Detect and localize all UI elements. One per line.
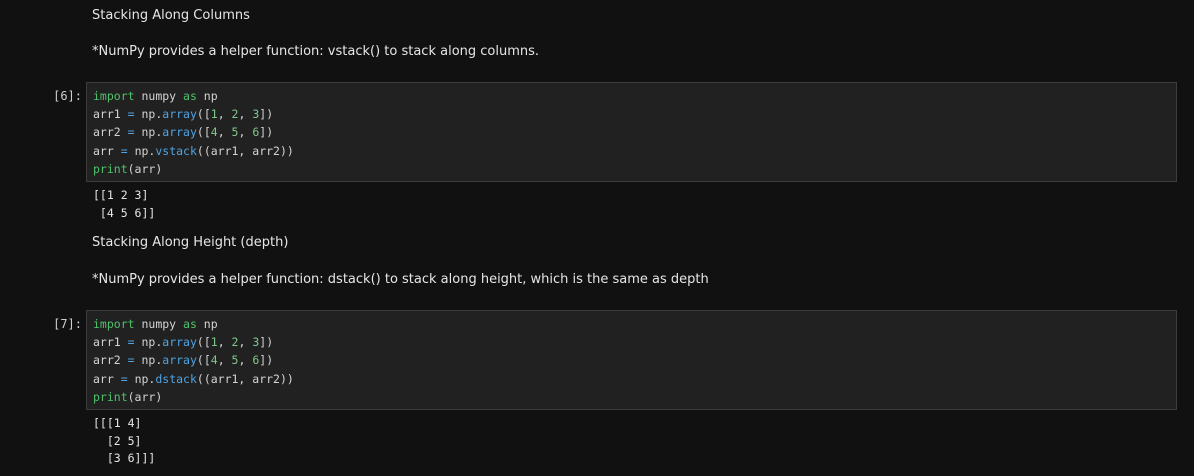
code-token: ]) bbox=[259, 353, 274, 368]
code-token: arr2 bbox=[93, 353, 128, 368]
code-token: arr1 bbox=[93, 107, 128, 122]
code-token: , bbox=[217, 353, 232, 368]
code-token-kw: import bbox=[93, 89, 135, 103]
code-token-fn: array bbox=[162, 335, 197, 350]
code-token: ]) bbox=[259, 335, 274, 350]
code-token: numpy bbox=[134, 89, 184, 103]
code-token: ([ bbox=[196, 335, 211, 350]
code-line: arr2 = np.array([4, 5, 6]) bbox=[93, 351, 1170, 369]
code-token: arr bbox=[93, 371, 121, 386]
code-token: arr bbox=[93, 143, 121, 158]
code-lines: import numpy as np arr1 = np.array([1, 2,… bbox=[93, 315, 1170, 406]
markdown-heading: Stacking Along Height (depth) bbox=[92, 235, 289, 250]
code-token: np bbox=[196, 89, 218, 103]
code-line: arr = np.vstack((arr1, arr2)) bbox=[93, 142, 1170, 160]
code-token: ]) bbox=[259, 125, 274, 140]
code-line: import numpy as np bbox=[93, 315, 1170, 333]
code-token-kw: import bbox=[93, 317, 135, 331]
code-token: np. bbox=[134, 353, 163, 368]
code-editor[interactable]: import numpy as np arr1 = np.array([1, 2,… bbox=[86, 82, 1177, 182]
code-token: np. bbox=[127, 371, 156, 386]
code-token: numpy bbox=[134, 317, 184, 331]
code-token-pr: print bbox=[93, 161, 128, 176]
code-token: ((arr1, arr2)) bbox=[196, 371, 294, 386]
code-token: np bbox=[196, 317, 218, 331]
code-token-num: 4 bbox=[210, 353, 218, 368]
code-token-fn: array bbox=[162, 353, 197, 368]
code-line: import numpy as np bbox=[93, 87, 1170, 105]
code-token-kw: as bbox=[183, 317, 197, 331]
markdown-text: *NumPy provides a helper function: vstac… bbox=[92, 44, 540, 59]
code-token: ((arr1, arr2)) bbox=[196, 143, 294, 158]
code-token: arr1 bbox=[93, 335, 128, 350]
code-token-fn: = bbox=[120, 143, 128, 158]
markdown-heading: Stacking Along Columns bbox=[92, 8, 250, 23]
code-token: , bbox=[238, 353, 253, 368]
code-token-kw: as bbox=[183, 89, 197, 103]
code-token-fn: = bbox=[120, 371, 128, 386]
execution-prompt: [6]: bbox=[53, 89, 82, 103]
code-token-num: 1 bbox=[210, 107, 218, 122]
code-token: , bbox=[238, 107, 253, 122]
code-token-fn: = bbox=[127, 353, 135, 368]
code-line: print(arr) bbox=[93, 160, 1170, 178]
code-line: print(arr) bbox=[93, 388, 1170, 406]
code-line: arr1 = np.array([1, 2, 3]) bbox=[93, 105, 1170, 123]
execution-prompt: [7]: bbox=[53, 317, 82, 331]
code-editor[interactable]: import numpy as np arr1 = np.array([1, 2,… bbox=[86, 310, 1177, 410]
code-token-fn: vstack bbox=[155, 143, 197, 158]
code-line: arr1 = np.array([1, 2, 3]) bbox=[93, 333, 1170, 351]
code-token: , bbox=[217, 107, 232, 122]
code-token-fn: array bbox=[162, 107, 197, 122]
code-token: arr2 bbox=[93, 125, 128, 140]
code-token-pr: print bbox=[93, 389, 128, 404]
code-token: (arr) bbox=[127, 389, 163, 404]
code-token: ([ bbox=[196, 125, 211, 140]
code-lines: import numpy as np arr1 = np.array([1, 2,… bbox=[93, 87, 1170, 178]
cell-output: [[1 2 3] [4 5 6]] bbox=[93, 188, 156, 220]
code-token: , bbox=[238, 335, 253, 350]
code-token: ([ bbox=[196, 107, 211, 122]
code-token: ([ bbox=[196, 353, 211, 368]
code-token-fn: = bbox=[127, 125, 135, 140]
code-token-num: 1 bbox=[210, 335, 218, 350]
code-token-fn: = bbox=[127, 107, 135, 122]
code-token: np. bbox=[134, 125, 163, 140]
code-token: (arr) bbox=[127, 161, 163, 176]
code-token: , bbox=[217, 125, 232, 140]
code-token: ]) bbox=[259, 107, 274, 122]
code-token-fn: dstack bbox=[155, 371, 197, 386]
cell-output: [[[1 4] [2 5] [3 6]]] bbox=[93, 416, 156, 465]
code-line: arr2 = np.array([4, 5, 6]) bbox=[93, 123, 1170, 141]
code-token-num: 4 bbox=[210, 125, 218, 140]
code-line: arr = np.dstack((arr1, arr2)) bbox=[93, 370, 1170, 388]
code-token-fn: = bbox=[127, 335, 135, 350]
markdown-text: *NumPy provides a helper function: dstac… bbox=[92, 272, 709, 287]
code-token: , bbox=[238, 125, 253, 140]
code-token: np. bbox=[127, 143, 156, 158]
code-token: np. bbox=[134, 335, 163, 350]
code-token: np. bbox=[134, 107, 163, 122]
code-token-fn: array bbox=[162, 125, 197, 140]
code-token: , bbox=[217, 335, 232, 350]
